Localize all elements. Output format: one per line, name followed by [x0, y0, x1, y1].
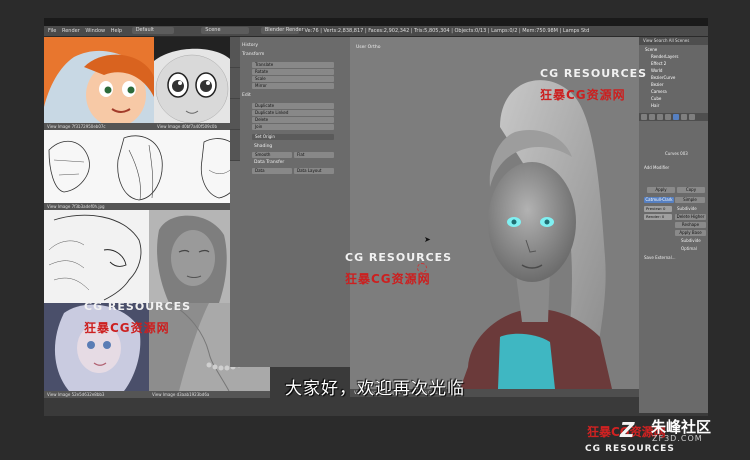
outliner-item-scene[interactable]: Scene	[645, 47, 657, 52]
outliner-item-hair[interactable]: Hair	[651, 103, 659, 108]
properties-tabs	[639, 113, 708, 121]
flat-button[interactable]: Flat	[294, 152, 334, 158]
data-transfer-label: Data Transfer	[254, 160, 285, 165]
mirror-button[interactable]: Mirror	[252, 83, 334, 89]
sculpt-bust-ref[interactable]	[149, 210, 230, 303]
shading-label: Shading	[254, 144, 273, 149]
duplicate-linked-button[interactable]: Duplicate Linked	[252, 110, 334, 116]
transform-section[interactable]: Transform	[242, 52, 348, 58]
copy-button[interactable]: Copy	[677, 187, 705, 193]
toon-face-ref[interactable]: View Image d0bf7a40f509c0b	[154, 37, 230, 130]
delete-button[interactable]: Delete	[252, 117, 334, 123]
object-name: Curves 003	[665, 151, 688, 156]
scale-button[interactable]: Scale	[252, 76, 334, 82]
animation-tab[interactable]	[230, 130, 240, 161]
subdivide-checkbox[interactable]: Subdivide	[681, 238, 701, 244]
sketch-profile-image	[44, 210, 149, 303]
add-modifier-dropdown[interactable]: Add Modifier	[644, 165, 669, 171]
object-tab-icon[interactable]	[665, 114, 671, 120]
apply-base-button[interactable]: Apply Base	[675, 230, 706, 236]
relations-tab[interactable]	[230, 99, 240, 130]
simple-toggle[interactable]: Simple	[675, 197, 705, 203]
outliner-item-bezier[interactable]: Bezier	[651, 82, 664, 87]
sketch-profile-ref[interactable]	[44, 210, 149, 303]
menu-help[interactable]: Help	[111, 28, 122, 34]
watermark-cn: 狂暴CG资源网	[84, 321, 170, 335]
subdivide-uvs-checkbox[interactable]: Subdivide	[677, 206, 697, 212]
outliner-item-camera[interactable]: Camera	[651, 89, 667, 94]
watermark-en: CG RESOURCES	[585, 444, 675, 454]
edit-section[interactable]: Edit	[242, 93, 348, 99]
menu-bar: File Render Window Help Default Scene Bl…	[44, 26, 708, 37]
tool-shelf: History Transform Translate Rotate Scale…	[230, 37, 350, 367]
set-origin-dropdown[interactable]: Set Origin	[252, 134, 334, 140]
watermark-en: CG RESOURCES	[540, 67, 648, 80]
render-engine-selector[interactable]: Blender Render	[260, 27, 304, 34]
outliner-item-world[interactable]: World	[651, 68, 662, 73]
watermark-en: CG RESOURCES	[84, 300, 192, 313]
layout-selector[interactable]: Default	[131, 27, 174, 34]
menu-window[interactable]: Window	[85, 28, 105, 34]
tools-tab[interactable]	[230, 37, 240, 68]
optimal-checkbox[interactable]: Optimal	[681, 246, 697, 252]
menu-file[interactable]: File	[48, 28, 56, 34]
site-logo-icon: Z	[620, 418, 635, 442]
scene-tab-icon[interactable]	[649, 114, 655, 120]
cartoon-girl-image	[44, 37, 154, 127]
duplicate-button[interactable]: Duplicate	[252, 103, 334, 109]
world-tab-icon[interactable]	[657, 114, 663, 120]
render-levels-field[interactable]: Render: 0	[644, 214, 672, 220]
cartoon-girl-ref[interactable]: View Image 7f3172950eb07c	[44, 37, 154, 130]
outliner-item-cube[interactable]: Cube	[651, 96, 661, 101]
create-tab[interactable]	[230, 68, 240, 99]
panel-header: View Image 7f3172950eb07c	[44, 123, 154, 130]
material-tab-icon[interactable]	[689, 114, 695, 120]
outliner-item-renderlayers[interactable]: RenderLayers	[651, 54, 678, 59]
rotate-button[interactable]: Rotate	[252, 69, 334, 75]
mouse-cursor-icon: ➤	[424, 235, 431, 244]
data-tab-icon[interactable]	[681, 114, 687, 120]
smooth-button[interactable]: Smooth	[252, 152, 292, 158]
history-section[interactable]: History	[242, 43, 348, 49]
menu-render[interactable]: Render	[62, 28, 80, 34]
properties-panel: Curves 003 Add Modifier Apply Copy Catmu…	[639, 113, 708, 413]
reshape-button[interactable]: Reshape	[675, 222, 706, 228]
data-layout-button[interactable]: Data Layout	[294, 168, 334, 174]
panel-header: View Image d0bf7a40f509c0b	[154, 123, 230, 130]
save-external-button[interactable]: Save External...	[644, 255, 676, 261]
outliner-header: View Search All Scenes	[639, 37, 708, 45]
scene-selector[interactable]: Scene	[201, 27, 250, 34]
site-url: ZF3D.COM	[652, 434, 703, 443]
apply-button[interactable]: Apply	[647, 187, 675, 193]
scene-stats: Ve:76 | Verts:2,838,817 | Faces:2,902,34…	[304, 28, 590, 34]
outliner-item-effect[interactable]: Effect 2	[651, 61, 666, 66]
data-button[interactable]: Data	[252, 168, 292, 174]
catmull-clark-toggle[interactable]: Catmull-Clark	[644, 197, 674, 203]
watermark-en: CG RESOURCES	[345, 251, 453, 264]
translate-button[interactable]: Translate	[252, 62, 334, 68]
outliner-item-beziercurve[interactable]: BezierCurve	[651, 75, 675, 80]
video-subtitle: 大家好，欢迎再次光临	[285, 379, 465, 399]
render-tab-icon[interactable]	[641, 114, 647, 120]
toon-face-image	[154, 37, 230, 124]
delete-higher-button[interactable]: Delete Higher	[675, 214, 706, 220]
preview-levels-field[interactable]: Preview: 0	[644, 206, 672, 212]
watermark-cn: 狂暴CG资源网	[345, 272, 431, 286]
sculpt-bust-image	[149, 210, 230, 303]
modifier-tab-icon[interactable]	[673, 114, 679, 120]
watermark-cn: 狂暴CG资源网	[540, 88, 626, 102]
window-title-bar	[44, 18, 708, 26]
join-button[interactable]: Join	[252, 124, 334, 130]
outliner: View Search All Scenes Scene RenderLayer…	[639, 37, 708, 113]
